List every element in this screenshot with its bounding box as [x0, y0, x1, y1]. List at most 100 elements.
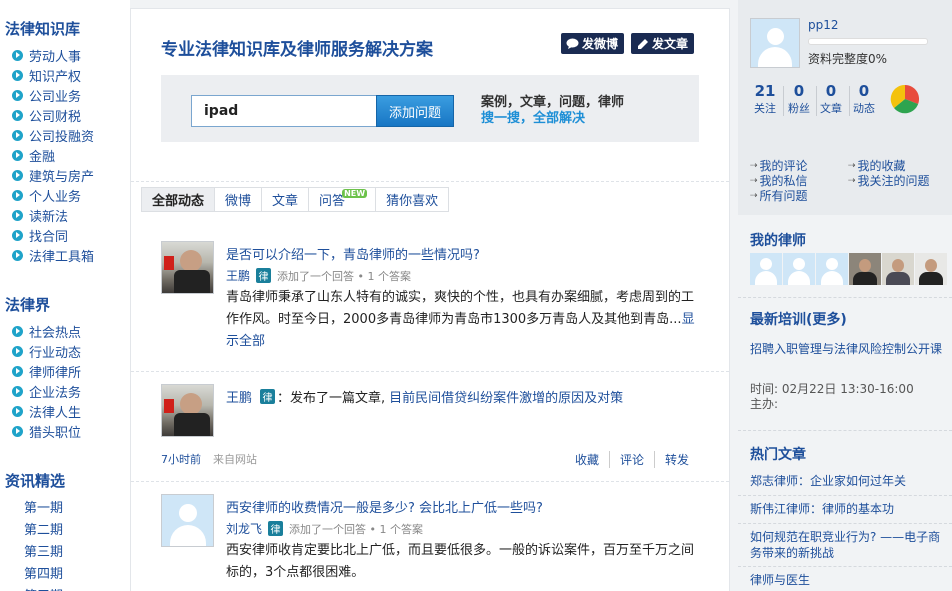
article-link[interactable]: 目前民间借贷纠纷案件激增的原因及对策 — [389, 387, 623, 406]
right-sidebar: pp12 资料完整度0% 21关注 0粉丝 0文章 0动态 我的评论 我的私信 … — [738, 0, 952, 591]
hot-articles-title: 热门文章 — [750, 447, 806, 463]
issue-2[interactable]: 第二期 — [24, 517, 63, 539]
divider — [131, 371, 729, 372]
arrow-bullet-icon — [12, 109, 23, 121]
favorite-button[interactable]: 收藏 — [565, 451, 609, 468]
stat-activity[interactable]: 0 动态 — [847, 82, 881, 116]
avatar[interactable] — [750, 253, 782, 285]
hot-article-link[interactable]: 律师与医生 — [750, 572, 946, 588]
nav-item-personal[interactable]: 个人业务 — [12, 185, 94, 205]
nav-item-realestate[interactable]: 建筑与房产 — [12, 165, 94, 185]
answer-excerpt: 西安律师收肯定要比北上广低，而且要低很多。一般的诉讼案件，百万至千万之间标的，3… — [226, 543, 695, 580]
author-link[interactable]: 王鹏 — [226, 267, 250, 284]
arrow-bullet-icon — [12, 425, 23, 437]
hot-article-link[interactable]: 斯伟江律师：律师的基本功 — [750, 501, 946, 517]
divider — [738, 523, 952, 524]
add-question-button[interactable]: 添加问题 — [376, 95, 454, 127]
section-title-knowledge: 法律知识库 — [5, 20, 81, 38]
tab-qa[interactable]: 问答 NEW — [309, 187, 377, 212]
answer-excerpt: 青岛律师秉承了山东人特有的诚实，爽快的个性，也具有办案细腻，考虑周到的工作作风。… — [226, 290, 695, 349]
nav-item-industry[interactable]: 行业动态 — [12, 341, 81, 361]
tab-recommend[interactable]: 猜你喜欢 — [376, 187, 450, 212]
divider — [131, 181, 729, 182]
avatar[interactable] — [161, 241, 214, 294]
tab-weibo[interactable]: 微博 — [215, 187, 263, 212]
nav-item-finance[interactable]: 金融 — [12, 145, 94, 165]
issue-4[interactable]: 第四期 — [24, 561, 63, 583]
comment-button[interactable]: 评论 — [608, 451, 654, 468]
arrow-bullet-icon — [12, 169, 23, 181]
tab-all[interactable]: 全部动态 — [141, 187, 216, 212]
question-title[interactable]: 西安律师的收费情况一般是多少? 会比北上广低一些吗? — [226, 497, 543, 516]
nav-item-ip[interactable]: 知识产权 — [12, 65, 94, 85]
speech-bubble-icon — [566, 38, 579, 49]
arrow-bullet-icon — [12, 49, 23, 61]
repost-button[interactable]: 转发 — [653, 451, 699, 468]
training-item-link[interactable]: 招聘入职管理与法律风险控制公开课 — [750, 341, 946, 357]
nav-item-life[interactable]: 法律人生 — [12, 401, 81, 421]
timestamp[interactable]: 7小时前 — [161, 451, 201, 468]
avatar[interactable] — [882, 253, 914, 285]
search-panel: 添加问题 案例，文章，问题，律师 搜一搜，全部解决 — [161, 75, 699, 142]
avatar[interactable] — [783, 253, 815, 285]
stat-followers[interactable]: 0 粉丝 — [782, 82, 816, 116]
arrow-bullet-icon — [12, 149, 23, 161]
author-link[interactable]: 王鹏 — [226, 387, 252, 406]
user-avatar[interactable] — [750, 18, 800, 68]
arrow-bullet-icon — [12, 189, 23, 201]
post-weibo-button[interactable]: 发微博 — [561, 33, 625, 54]
avatar[interactable] — [849, 253, 881, 285]
username-link[interactable]: pp12 — [808, 18, 839, 32]
stat-following[interactable]: 21 关注 — [748, 82, 782, 116]
question-search-input[interactable] — [191, 95, 377, 127]
feed-item: 王鹏 律 ：发布了一篇文章, 目前民间借贷纠纷案件激增的原因及对策 — [161, 384, 701, 444]
link-followed-questions[interactable]: 我关注的问题 — [848, 173, 930, 188]
link-my-comments[interactable]: 我的评论 — [750, 158, 808, 173]
divider — [738, 430, 952, 431]
issue-1[interactable]: 第一期 — [24, 495, 63, 517]
profile-panel: pp12 资料完整度0% 21关注 0粉丝 0文章 0动态 我的评论 我的私信 … — [738, 0, 952, 215]
nav-item-hot[interactable]: 社会热点 — [12, 321, 81, 341]
nav-item-contract[interactable]: 找合同 — [12, 225, 94, 245]
nav-item-headhunt[interactable]: 猎头职位 — [12, 421, 81, 441]
news-issues: 第一期 第二期 第三期 第四期 第五期 — [24, 495, 63, 591]
avatar[interactable] — [915, 253, 947, 285]
nav-item-toolbox[interactable]: 法律工具箱 — [12, 245, 94, 265]
my-lawyers-title[interactable]: 我的律师 — [750, 230, 806, 250]
search-hint-link[interactable]: 搜一搜，全部解决 — [481, 107, 585, 126]
link-my-messages[interactable]: 我的私信 — [750, 173, 808, 188]
nav-item-inhouse[interactable]: 企业法务 — [12, 381, 81, 401]
hot-article-link[interactable]: 如何规范在职竞业行为? ——电子商务带来的新挑战 — [750, 529, 946, 561]
nav-item-newlaw[interactable]: 读新法 — [12, 205, 94, 225]
author-link[interactable]: 刘龙飞 — [226, 520, 262, 537]
hot-article-link[interactable]: 郑志律师：企业家如何过年关 — [750, 473, 946, 489]
nav-item-tax[interactable]: 公司财税 — [12, 105, 94, 125]
nav-item-lawfirms[interactable]: 律师律所 — [12, 361, 81, 381]
section-title-news: 资讯精选 — [5, 472, 66, 490]
knowledge-nav: 劳动人事 知识产权 公司业务 公司财税 公司投融资 金融 建筑与房产 个人业务 … — [12, 45, 94, 265]
avatar[interactable] — [816, 253, 848, 285]
nav-item-corporate[interactable]: 公司业务 — [12, 85, 94, 105]
source: 来自网站 — [213, 453, 257, 466]
issue-3[interactable]: 第三期 — [24, 539, 63, 561]
nav-item-investment[interactable]: 公司投融资 — [12, 125, 94, 145]
link-all-questions[interactable]: 所有问题 — [750, 188, 808, 203]
training-title[interactable]: 最新培训(更多) — [750, 309, 847, 329]
section-title-legal-world: 法律界 — [5, 296, 51, 314]
pie-chart-icon[interactable] — [890, 84, 920, 114]
stat-articles[interactable]: 0 文章 — [814, 82, 848, 116]
tab-articles[interactable]: 文章 — [262, 187, 310, 212]
link-my-favorites[interactable]: 我的收藏 — [848, 158, 930, 173]
question-title[interactable]: 是否可以介绍一下，青岛律师的一些情况吗? — [226, 244, 480, 263]
new-badge: NEW — [342, 189, 368, 198]
page-title: 专业法律知识库及律师服务解决方案 — [161, 40, 433, 60]
post-article-button[interactable]: 发文章 — [631, 33, 695, 54]
avatar[interactable] — [161, 494, 214, 547]
nav-item-labor[interactable]: 劳动人事 — [12, 45, 94, 65]
feed-tabs: 全部动态 微博 文章 问答 NEW 猜你喜欢 — [141, 187, 450, 212]
arrow-bullet-icon — [12, 129, 23, 141]
issue-5[interactable]: 第五期 — [24, 583, 63, 591]
avatar[interactable] — [161, 384, 214, 437]
feed-item-footer: 7小时前 来自网站 收藏 评论 转发 — [161, 451, 699, 468]
divider — [738, 566, 952, 567]
